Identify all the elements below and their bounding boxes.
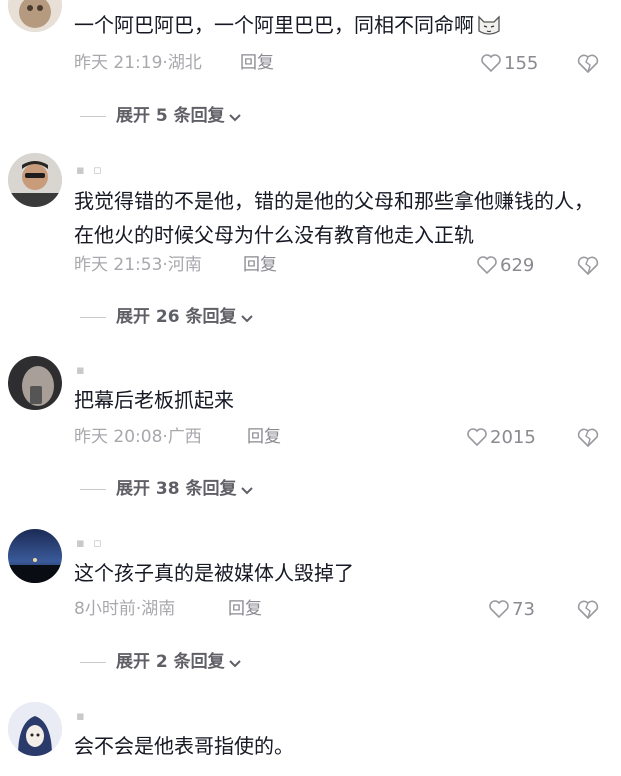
expand-replies-label: 展开 5 条回复 — [116, 106, 225, 126]
avatar[interactable] — [8, 153, 62, 207]
comment-meta: 昨天 21:53·河南 — [74, 255, 202, 275]
expand-replies-label: 展开 26 条回复 — [116, 307, 237, 327]
username[interactable]: ▪ — [76, 363, 87, 379]
reply-button[interactable]: 回复 — [240, 51, 274, 75]
comment-text: 这个孩子真的是被媒体人毁掉了 — [74, 561, 354, 585]
dislike-button[interactable] — [575, 52, 601, 76]
comment-text: 会不会是他表哥指使的。 — [74, 734, 294, 758]
dislike-button[interactable] — [575, 598, 601, 622]
comment-time: 8小时前 — [74, 599, 136, 619]
heart-outline-icon — [476, 255, 498, 282]
reply-button[interactable]: 回复 — [247, 425, 281, 449]
chevron-down-icon — [240, 478, 254, 504]
broken-heart-icon — [575, 600, 601, 624]
reply-button[interactable]: 回复 — [243, 253, 277, 277]
like-button[interactable]: 629 — [476, 254, 534, 278]
username[interactable]: ▪ ▫ — [76, 163, 104, 179]
reply-button[interactable]: 回复 — [228, 597, 262, 621]
comment-meta: 昨天 20:08·广西 — [74, 427, 202, 447]
like-button[interactable]: 2015 — [466, 426, 536, 450]
broken-heart-icon — [575, 54, 601, 78]
heart-outline-icon — [488, 599, 510, 626]
comment-text: 把幕后老板抓起来 — [74, 388, 234, 412]
comment-meta: 8小时前·湖南 — [74, 599, 176, 619]
expand-replies-button[interactable]: 展开 38 条回复 — [80, 476, 254, 502]
comment-time: 昨天 21:19 — [74, 53, 163, 73]
divider-line — [80, 115, 106, 117]
comment-location: 湖北 — [167, 53, 202, 73]
username[interactable]: ▪ ▫ — [76, 536, 104, 552]
comment-location: 河南 — [167, 255, 202, 275]
broken-heart-icon — [575, 428, 601, 452]
comment-time: 昨天 20:08 — [74, 427, 163, 447]
like-button[interactable]: 73 — [488, 598, 535, 622]
expand-replies-button[interactable]: 展开 5 条回复 — [80, 103, 242, 129]
dislike-button[interactable] — [575, 426, 601, 450]
chevron-down-icon — [228, 651, 242, 677]
heart-outline-icon — [480, 53, 502, 80]
like-count: 629 — [500, 255, 535, 276]
expand-replies-label: 展开 2 条回复 — [116, 652, 225, 672]
expand-replies-button[interactable]: 展开 26 条回复 — [80, 304, 254, 330]
comment-location: 广西 — [167, 427, 202, 447]
comment-text: 我觉得错的不是他，错的是他的父母和那些拿他赚钱的人，在他火的时候父母为什么没有教… — [74, 189, 594, 247]
divider-line — [80, 488, 106, 490]
like-count: 155 — [504, 53, 539, 74]
chevron-down-icon — [240, 306, 254, 332]
avatar[interactable] — [8, 702, 62, 756]
avatar[interactable] — [8, 0, 62, 32]
divider-line — [80, 316, 106, 318]
comment-text: 一个阿巴阿巴，一个阿里巴巴，同相不同命啊 — [74, 8, 604, 47]
comment-meta: 昨天 21:19·湖北 — [74, 53, 202, 73]
chevron-down-icon — [228, 105, 242, 131]
like-count: 2015 — [490, 427, 536, 448]
cat-emoji-icon — [476, 13, 502, 47]
avatar[interactable] — [8, 529, 62, 583]
like-count: 73 — [512, 599, 535, 620]
expand-replies-label: 展开 38 条回复 — [116, 479, 237, 499]
like-button[interactable]: 155 — [480, 52, 538, 76]
expand-replies-button[interactable]: 展开 2 条回复 — [80, 649, 242, 675]
comment-time: 昨天 21:53 — [74, 255, 163, 275]
heart-outline-icon — [466, 427, 488, 454]
dislike-button[interactable] — [575, 254, 601, 278]
comment-location: 湖南 — [141, 599, 176, 619]
username[interactable]: ▪ — [76, 709, 87, 725]
broken-heart-icon — [575, 256, 601, 280]
divider-line — [80, 661, 106, 663]
avatar[interactable] — [8, 356, 62, 410]
